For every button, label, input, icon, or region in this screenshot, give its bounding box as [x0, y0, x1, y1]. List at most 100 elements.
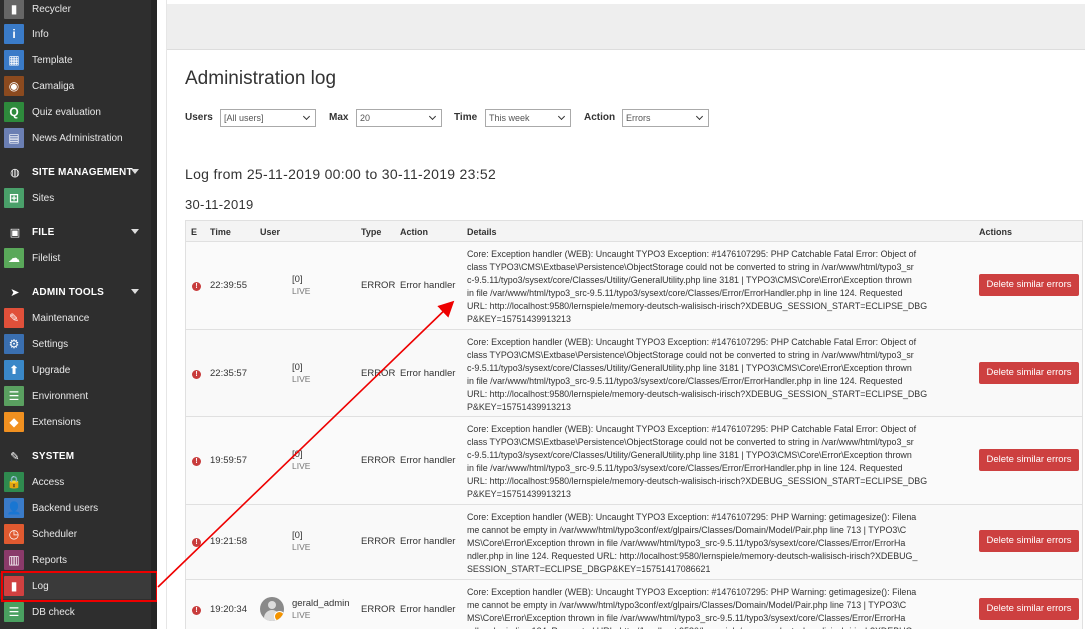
sidebar-group-label: FILE	[32, 226, 55, 238]
details-line: me cannot be empty in /var/www/html/typo…	[467, 525, 907, 535]
delete-similar-errors-button[interactable]: Delete similar errors	[979, 449, 1079, 471]
max-label: Max	[329, 112, 349, 123]
details-line: c-9.5.11/typo3/sysext/core/Classes/Utili…	[467, 275, 912, 285]
sidebar-item-label: Upgrade	[32, 364, 71, 376]
row-time: 22:39:55	[210, 280, 247, 291]
system-group[interactable]: ✎ SYSTEM	[0, 443, 151, 469]
sidebar-item-quiz-evaluation[interactable]: Q Quiz evaluation	[0, 99, 151, 125]
sidebar-item-label: Scheduler	[32, 528, 78, 540]
site-management-group[interactable]: ◍ SITE MANAGEMENT	[0, 159, 151, 185]
max-select[interactable]: 20	[356, 109, 442, 127]
row-user: [0]	[292, 530, 303, 541]
col-type: Type	[361, 227, 382, 237]
sidebar-item-access[interactable]: 🔒 Access	[0, 469, 151, 495]
row-time: 19:21:58	[210, 536, 247, 547]
admin-tools-group-icon: ➤	[10, 286, 20, 299]
row-user: [0]	[292, 449, 303, 460]
sidebar-item-backend-users[interactable]: 👤 Backend users	[0, 495, 151, 521]
log-day-heading: 30-11-2019	[185, 197, 254, 212]
sidebar-item-filelist[interactable]: ☁ Filelist	[0, 245, 151, 271]
sidebar-item-template[interactable]: ▦ Template	[0, 47, 151, 73]
delete-similar-errors-button[interactable]: Delete similar errors	[979, 362, 1079, 384]
sidebar-item-reports[interactable]: ▥ Reports	[0, 547, 151, 573]
admin-tools-group[interactable]: ➤ ADMIN TOOLS	[0, 279, 151, 305]
sidebar-item-environment[interactable]: ☰ Environment	[0, 383, 151, 409]
sidebar-item-label: Settings	[32, 338, 69, 350]
environment-icon: ☰	[4, 386, 24, 406]
col-time: Time	[210, 227, 231, 237]
max-select-value: 20	[360, 113, 371, 123]
sidebar-item-label: Quiz evaluation	[32, 106, 101, 118]
time-label: Time	[454, 112, 478, 123]
sidebar-item-upgrade[interactable]: ⬆ Upgrade	[0, 357, 151, 383]
row-user: [0]	[292, 274, 303, 285]
sidebar-group-label: ADMIN TOOLS	[32, 286, 105, 298]
sidebar-item-label: Recycler	[32, 3, 71, 15]
details-line: Core: Exception handler (WEB): Uncaught …	[467, 424, 917, 434]
time-select-value: This week	[489, 113, 530, 123]
caret-down-icon	[131, 289, 139, 294]
chevron-down-icon	[428, 112, 437, 121]
backend-users-icon: 👤	[4, 498, 24, 518]
details-line: Core: Exception handler (WEB): Uncaught …	[467, 587, 917, 597]
chevron-down-icon	[557, 112, 566, 121]
details-line: P&KEY=15751439913213	[467, 314, 571, 324]
delete-similar-errors-button[interactable]: Delete similar errors	[979, 274, 1079, 296]
sidebar-item-db-check[interactable]: ☰ DB check	[0, 599, 151, 625]
system-group-icon: ✎	[10, 450, 20, 463]
time-select[interactable]: This week	[485, 109, 571, 127]
sidebar-item-settings[interactable]: ⚙ Settings	[0, 331, 151, 357]
caret-down-icon	[131, 229, 139, 234]
details-line: ndler.php in line 124. Requested URL: ht…	[467, 551, 918, 561]
row-action: Error handler	[400, 455, 456, 466]
row-workspace: LIVE	[292, 374, 311, 384]
extensions-icon: ◆	[4, 412, 24, 432]
details-line: ndler.php in line 124. Requested URL: ht…	[467, 625, 972, 629]
row-user: gerald_admin	[292, 598, 350, 609]
delete-similar-errors-button[interactable]: Delete similar errors	[979, 598, 1079, 620]
details-line: MS\Core\Error\Exception thrown in file /…	[467, 538, 906, 548]
row-type: ERROR	[361, 604, 396, 615]
caret-down-icon	[131, 169, 139, 174]
col-e: E	[191, 227, 198, 237]
db-check-icon: ☰	[4, 602, 24, 622]
details-line: class TYPO3\CMS\Extbase\Persistence\Obje…	[467, 350, 914, 360]
sidebar-item-label: DB check	[32, 606, 75, 618]
col-details: Details	[467, 227, 497, 237]
sidebar-item-extensions[interactable]: ◆ Extensions	[0, 409, 151, 435]
sidebar-item-scheduler[interactable]: ◷ Scheduler	[0, 521, 151, 547]
users-select[interactable]: [All users]	[220, 109, 316, 127]
sidebar-group-label: SYSTEM	[32, 450, 75, 462]
access-icon: 🔒	[4, 472, 24, 492]
sidebar-item-info[interactable]: i Info	[0, 21, 151, 47]
site-management-group-icon: ◍	[10, 166, 20, 179]
row-workspace: LIVE	[292, 461, 311, 471]
details-line: Core: Exception handler (WEB): Uncaught …	[467, 512, 917, 522]
sidebar-item-label: Info	[32, 28, 49, 40]
upgrade-icon: ⬆	[4, 360, 24, 380]
details-line: URL: http://localhost:9580/lernspiele/me…	[467, 389, 928, 399]
scheduler-icon: ◷	[4, 524, 24, 544]
file-group[interactable]: ▣ FILE	[0, 219, 151, 245]
sidebar-item-camaliga[interactable]: ◉ Camaliga	[0, 73, 151, 99]
details-line: class TYPO3\CMS\Extbase\Persistence\Obje…	[467, 262, 914, 272]
docheader-bar	[167, 4, 1085, 50]
row-details: Core: Exception handler (WEB): Uncaught …	[467, 511, 972, 576]
sidebar-item-news-administration[interactable]: ▤ News Administration	[0, 125, 151, 151]
reports-icon: ▥	[4, 550, 24, 570]
sidebar-item-recycler[interactable]: ▮ Recycler	[0, 0, 151, 22]
sidebar-item-maintenance[interactable]: ✎ Maintenance	[0, 305, 151, 331]
details-line: SESSION_START=ECLIPSE_DBGP&KEY=157514170…	[467, 564, 711, 574]
avatar	[260, 597, 284, 621]
row-details: Core: Exception handler (WEB): Uncaught …	[467, 423, 972, 501]
table-row: ! 19:20:34 gerald_admin LIVE ERROR Error hand…	[185, 580, 1083, 629]
details-line: c-9.5.11/typo3/sysext/core/Classes/Utili…	[467, 450, 912, 460]
sidebar-item-label: Sites	[32, 192, 55, 204]
sidebar-item-sites[interactable]: ⊞ Sites	[0, 185, 151, 211]
details-line: me cannot be empty in /var/www/html/typo…	[467, 600, 907, 610]
action-select[interactable]: Errors	[622, 109, 709, 127]
action-label: Action	[584, 112, 616, 123]
quiz-icon: Q	[4, 102, 24, 122]
delete-similar-errors-button[interactable]: Delete similar errors	[979, 530, 1079, 552]
info-icon: i	[4, 24, 24, 44]
